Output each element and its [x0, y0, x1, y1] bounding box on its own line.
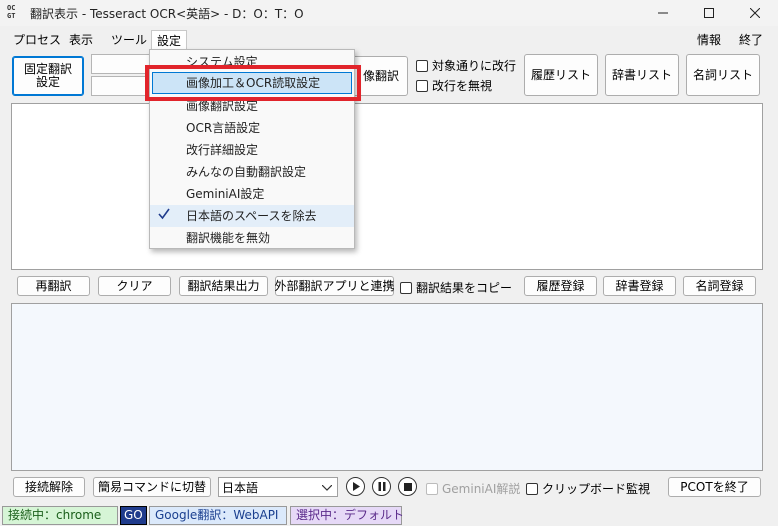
fixed-translation-settings-button[interactable]: 固定翻訳 設定: [12, 56, 84, 96]
ignore-breaks-checkbox[interactable]: 改行を無視: [416, 77, 492, 94]
output-results-button[interactable]: 翻訳結果出力: [179, 276, 268, 296]
go-indicator[interactable]: GO: [120, 506, 147, 525]
dictionary-list-button[interactable]: 辞書リスト: [605, 54, 679, 96]
menu-item-ocr-language-settings[interactable]: OCR言語設定: [150, 117, 354, 139]
chevron-down-icon: [322, 485, 332, 491]
translation-result-area[interactable]: [11, 303, 763, 471]
disconnect-button[interactable]: 接続解除: [13, 477, 85, 497]
menu-info[interactable]: 情報: [691, 30, 727, 50]
source-text-area[interactable]: [11, 103, 763, 270]
window-title: 翻訳表示 - Tesseract OCR<英語> - D：O：T：O: [30, 7, 304, 21]
noun-register-button[interactable]: 名詞登録: [683, 276, 756, 296]
menu-item-disable-translation[interactable]: 翻訳機能を無効: [150, 227, 354, 249]
highlight-frame: [145, 65, 361, 101]
check-icon: [158, 208, 170, 220]
menu-process[interactable]: プロセス: [7, 30, 67, 50]
clipboard-watch-label: クリップボード監視: [542, 482, 651, 496]
language-select[interactable]: 日本語: [218, 477, 338, 497]
lower-field[interactable]: [91, 76, 151, 96]
connection-status: 接続中：chrome: [2, 506, 118, 525]
menu-item-minna-auto-translation-settings[interactable]: みんなの自動翻訳設定: [150, 161, 354, 183]
minimize-icon: [658, 12, 668, 14]
menu-item-remove-japanese-spaces[interactable]: 日本語のスペースを除去: [150, 205, 354, 227]
quit-pcot-button[interactable]: PCOTを終了: [668, 477, 761, 497]
history-list-button[interactable]: 履歴リスト: [524, 54, 598, 96]
close-icon: [750, 8, 760, 18]
maximize-icon: [704, 8, 714, 18]
ignore-breaks-label: 改行を無視: [432, 79, 493, 93]
pause-button[interactable]: [372, 477, 391, 496]
menu-item-geminiai-settings[interactable]: GeminiAI設定: [150, 183, 354, 205]
retranslate-button[interactable]: 再翻訳: [17, 276, 90, 296]
gemini-explain-checkbox[interactable]: GeminiAI解説: [426, 480, 520, 497]
switch-simple-command-button[interactable]: 簡易コマンドに切替: [93, 477, 211, 497]
menu-settings[interactable]: 設定: [151, 30, 188, 50]
break-per-target-label: 対象通りに改行: [432, 59, 517, 73]
dictionary-register-button[interactable]: 辞書登録: [603, 276, 676, 296]
engine-status: Google翻訳：WebAPI: [149, 506, 287, 525]
upper-field[interactable]: [91, 54, 151, 74]
copy-results-label: 翻訳結果をコピー: [416, 281, 513, 295]
play-icon: [352, 482, 360, 491]
minimize-button[interactable]: [640, 0, 686, 26]
menu-view[interactable]: 表示: [63, 30, 99, 50]
stop-icon: [403, 482, 412, 491]
language-select-value: 日本語: [222, 480, 259, 495]
close-button[interactable]: [732, 0, 778, 26]
pause-icon: [378, 482, 385, 491]
menu-exit[interactable]: 終了: [733, 30, 769, 50]
stop-button[interactable]: [398, 477, 417, 496]
external-app-button[interactable]: 外部翻訳アプリと連携: [275, 276, 395, 296]
gemini-explain-label: GeminiAI解説: [442, 482, 521, 496]
selection-status: 選択中：デフォルト: [290, 506, 404, 525]
copy-results-checkbox[interactable]: 翻訳結果をコピー: [400, 279, 512, 296]
app-icon: OC GT: [7, 4, 16, 20]
clipboard-watch-checkbox[interactable]: クリップボード監視: [526, 480, 650, 497]
history-register-button[interactable]: 履歴登録: [524, 276, 597, 296]
noun-list-button[interactable]: 名詞リスト: [686, 54, 760, 96]
menu-item-line-break-settings[interactable]: 改行詳細設定: [150, 139, 354, 161]
maximize-button[interactable]: [686, 0, 732, 26]
play-button[interactable]: [346, 477, 365, 496]
menu-tools[interactable]: ツール: [105, 30, 153, 50]
break-per-target-checkbox[interactable]: 対象通りに改行: [416, 57, 516, 74]
clear-button[interactable]: クリア: [98, 276, 171, 296]
